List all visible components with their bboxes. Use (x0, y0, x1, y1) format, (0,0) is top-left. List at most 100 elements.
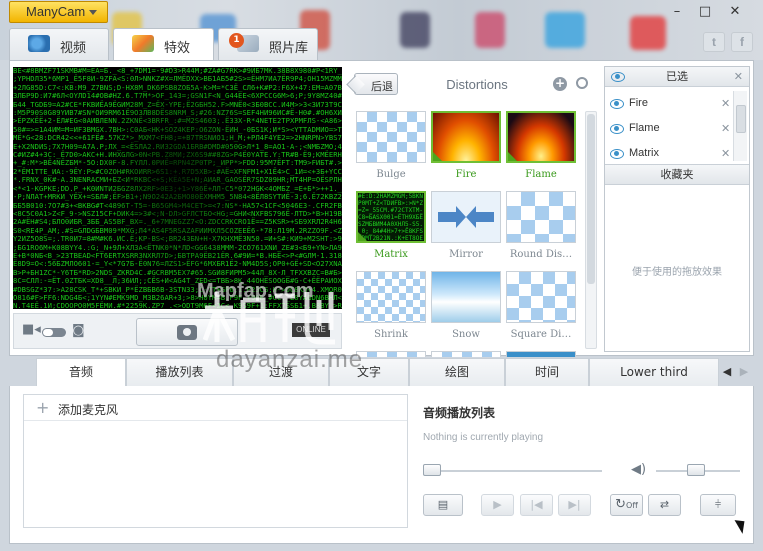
effect-next-row[interactable] (356, 351, 426, 357)
progress-slider-knob[interactable] (423, 464, 441, 476)
tab-video-label: 视频 (60, 41, 87, 56)
scrollbar-thumb[interactable] (736, 105, 746, 133)
effect-square-distortion[interactable]: Square Di… (506, 271, 576, 345)
audio-panel: + 添加麦克风 音频播放列表 Nothing is currently play… (9, 386, 754, 544)
selected-item-label: Matrix (629, 147, 659, 159)
tab-lower-third[interactable]: Lower third (589, 358, 719, 386)
next-thumbnail (356, 351, 426, 357)
tab-audio[interactable]: 音频 (36, 358, 126, 386)
plus-icon: + (36, 398, 50, 417)
eye-icon[interactable] (611, 72, 625, 82)
previous-button[interactable]: |◀ (520, 494, 553, 516)
search-icon[interactable] (576, 77, 588, 89)
tab-scroll-left-icon[interactable]: ◀ (720, 360, 734, 384)
close-button[interactable]: ✕ (726, 5, 744, 20)
audio-playlist-title: 音频播放列表 (423, 406, 496, 420)
favorites-header: 收藏夹 (605, 164, 749, 185)
progress-slider[interactable] (424, 470, 602, 472)
remove-icon[interactable]: ✕ (721, 122, 730, 135)
eye-icon[interactable] (610, 124, 624, 134)
selected-item-label: Flame (629, 122, 660, 134)
effect-next-row[interactable] (506, 351, 576, 357)
equalizer-button[interactable]: ⫩ (700, 494, 736, 516)
volume-slider-knob[interactable] (687, 464, 705, 476)
effect-snow[interactable]: Snow (431, 271, 501, 345)
flame-thumbnail (506, 111, 576, 163)
tab-video[interactable]: 视频 (9, 28, 109, 60)
add-icon[interactable]: + (553, 77, 567, 91)
maximize-button[interactable]: □ (696, 5, 714, 20)
next-thumbnail (431, 351, 501, 357)
watermark-url: dayanzai.me (216, 346, 364, 373)
volume-icon[interactable]: ◀) (631, 462, 646, 477)
photo-icon[interactable]: ◙ (72, 323, 85, 338)
remove-icon[interactable]: ✕ (721, 147, 730, 159)
matrix-thumbnail: #E:D:2HAМZMGM;5BKN P0МT+Z<TDИFB>:>N*Z =Z… (356, 191, 426, 243)
watermark-logo-icon (203, 292, 335, 345)
next-icon: ▶| (568, 498, 581, 511)
snow-thumbnail (431, 271, 501, 323)
video-preview: BE<#8BМZF71SKМB#M=EA=Б._<8_+7DM1=-9#D3>R… (13, 67, 342, 309)
add-microphone-button[interactable]: + 添加麦克风 (24, 395, 407, 421)
next-thumbnail (506, 351, 576, 357)
source-toggle[interactable] (42, 328, 66, 337)
scrollbar-thumb[interactable] (587, 114, 595, 284)
selected-item-matrix[interactable]: Matrix ✕ (607, 143, 731, 159)
close-icon[interactable]: ✕ (734, 67, 743, 87)
play-icon: ▶ (493, 498, 502, 511)
category-title: Distortions (446, 77, 508, 92)
repeat-icon: ↻ (615, 497, 627, 512)
back-button[interactable]: 后退 (354, 73, 398, 95)
video-silhouette (13, 67, 342, 309)
minimize-button[interactable]: – (668, 5, 686, 20)
chevron-down-icon (89, 10, 97, 15)
effect-round-distortion[interactable]: Round Dis… (506, 191, 576, 265)
effect-bulge[interactable]: Bulge (356, 111, 426, 185)
tab-time[interactable]: 时间 (505, 358, 589, 386)
eye-icon[interactable] (610, 99, 624, 109)
effect-mirror[interactable]: Mirror (431, 191, 501, 265)
shuffle-button[interactable]: ⇄ (648, 494, 681, 516)
repeat-off-label: Off (626, 501, 638, 510)
effect-label: Matrix (374, 249, 408, 260)
mirror-arrows-icon (438, 206, 494, 228)
remove-icon[interactable]: ✕ (721, 97, 730, 110)
effect-matrix[interactable]: #E:D:2HAМZMGM;5BKN P0МT+Z<TDИFB>:>N*Z =Z… (356, 191, 426, 265)
effect-shrink[interactable]: Shrink (356, 271, 426, 345)
selected-header: 已选 ✕ (605, 67, 749, 87)
twitter-icon[interactable]: t (703, 32, 725, 52)
camera-snapshot-icon (177, 325, 197, 340)
bottom-tab-bar: 音频 播放列表 过渡 文字 绘图 时间 Lower third ◀ ▶ (9, 358, 754, 386)
effects-scrollbar[interactable] (585, 111, 597, 349)
effect-flame[interactable]: Flame (506, 111, 576, 185)
manycam-window: ManyCam – □ ✕ t f 视频 特效 1 照片库 BE<#8BМZF7… (0, 0, 763, 551)
play-button[interactable]: ▶ (481, 494, 514, 516)
selected-marker-icon (358, 232, 367, 241)
tab-scroll-right-icon[interactable]: ▶ (737, 360, 751, 384)
selected-item-flame[interactable]: Flame ✕ (607, 118, 731, 140)
facebook-icon[interactable]: f (731, 32, 753, 52)
playlist-button[interactable]: ▤ (423, 494, 463, 516)
microphone-list: + 添加麦克风 (23, 394, 408, 528)
manycam-menu-button[interactable]: ManyCam (9, 1, 108, 23)
effect-label: Bulge (376, 169, 406, 180)
selected-marker-icon (508, 152, 517, 161)
notification-badge: 1 (229, 33, 244, 48)
eye-icon[interactable] (610, 149, 624, 159)
video-icon (28, 35, 50, 52)
tab-effects-label: 特效 (164, 41, 191, 56)
camera-icon[interactable]: ■◂ (22, 322, 41, 337)
tab-gallery-label: 照片库 (269, 41, 309, 56)
next-button[interactable]: ▶| (558, 494, 591, 516)
tab-gallery[interactable]: 1 照片库 (218, 28, 318, 60)
effect-next-row[interactable] (431, 351, 501, 357)
tab-effects[interactable]: 特效 (113, 28, 214, 61)
repeat-off-button[interactable]: ↻Off (610, 494, 643, 516)
bulge-thumbnail (356, 111, 426, 163)
selected-marker-icon (433, 152, 442, 161)
selected-scrollbar[interactable] (733, 91, 747, 161)
effect-fire[interactable]: Fire (431, 111, 501, 185)
tab-drawing[interactable]: 绘图 (409, 358, 505, 386)
effects-icon (132, 35, 154, 52)
selected-item-fire[interactable]: Fire ✕ (607, 93, 731, 115)
